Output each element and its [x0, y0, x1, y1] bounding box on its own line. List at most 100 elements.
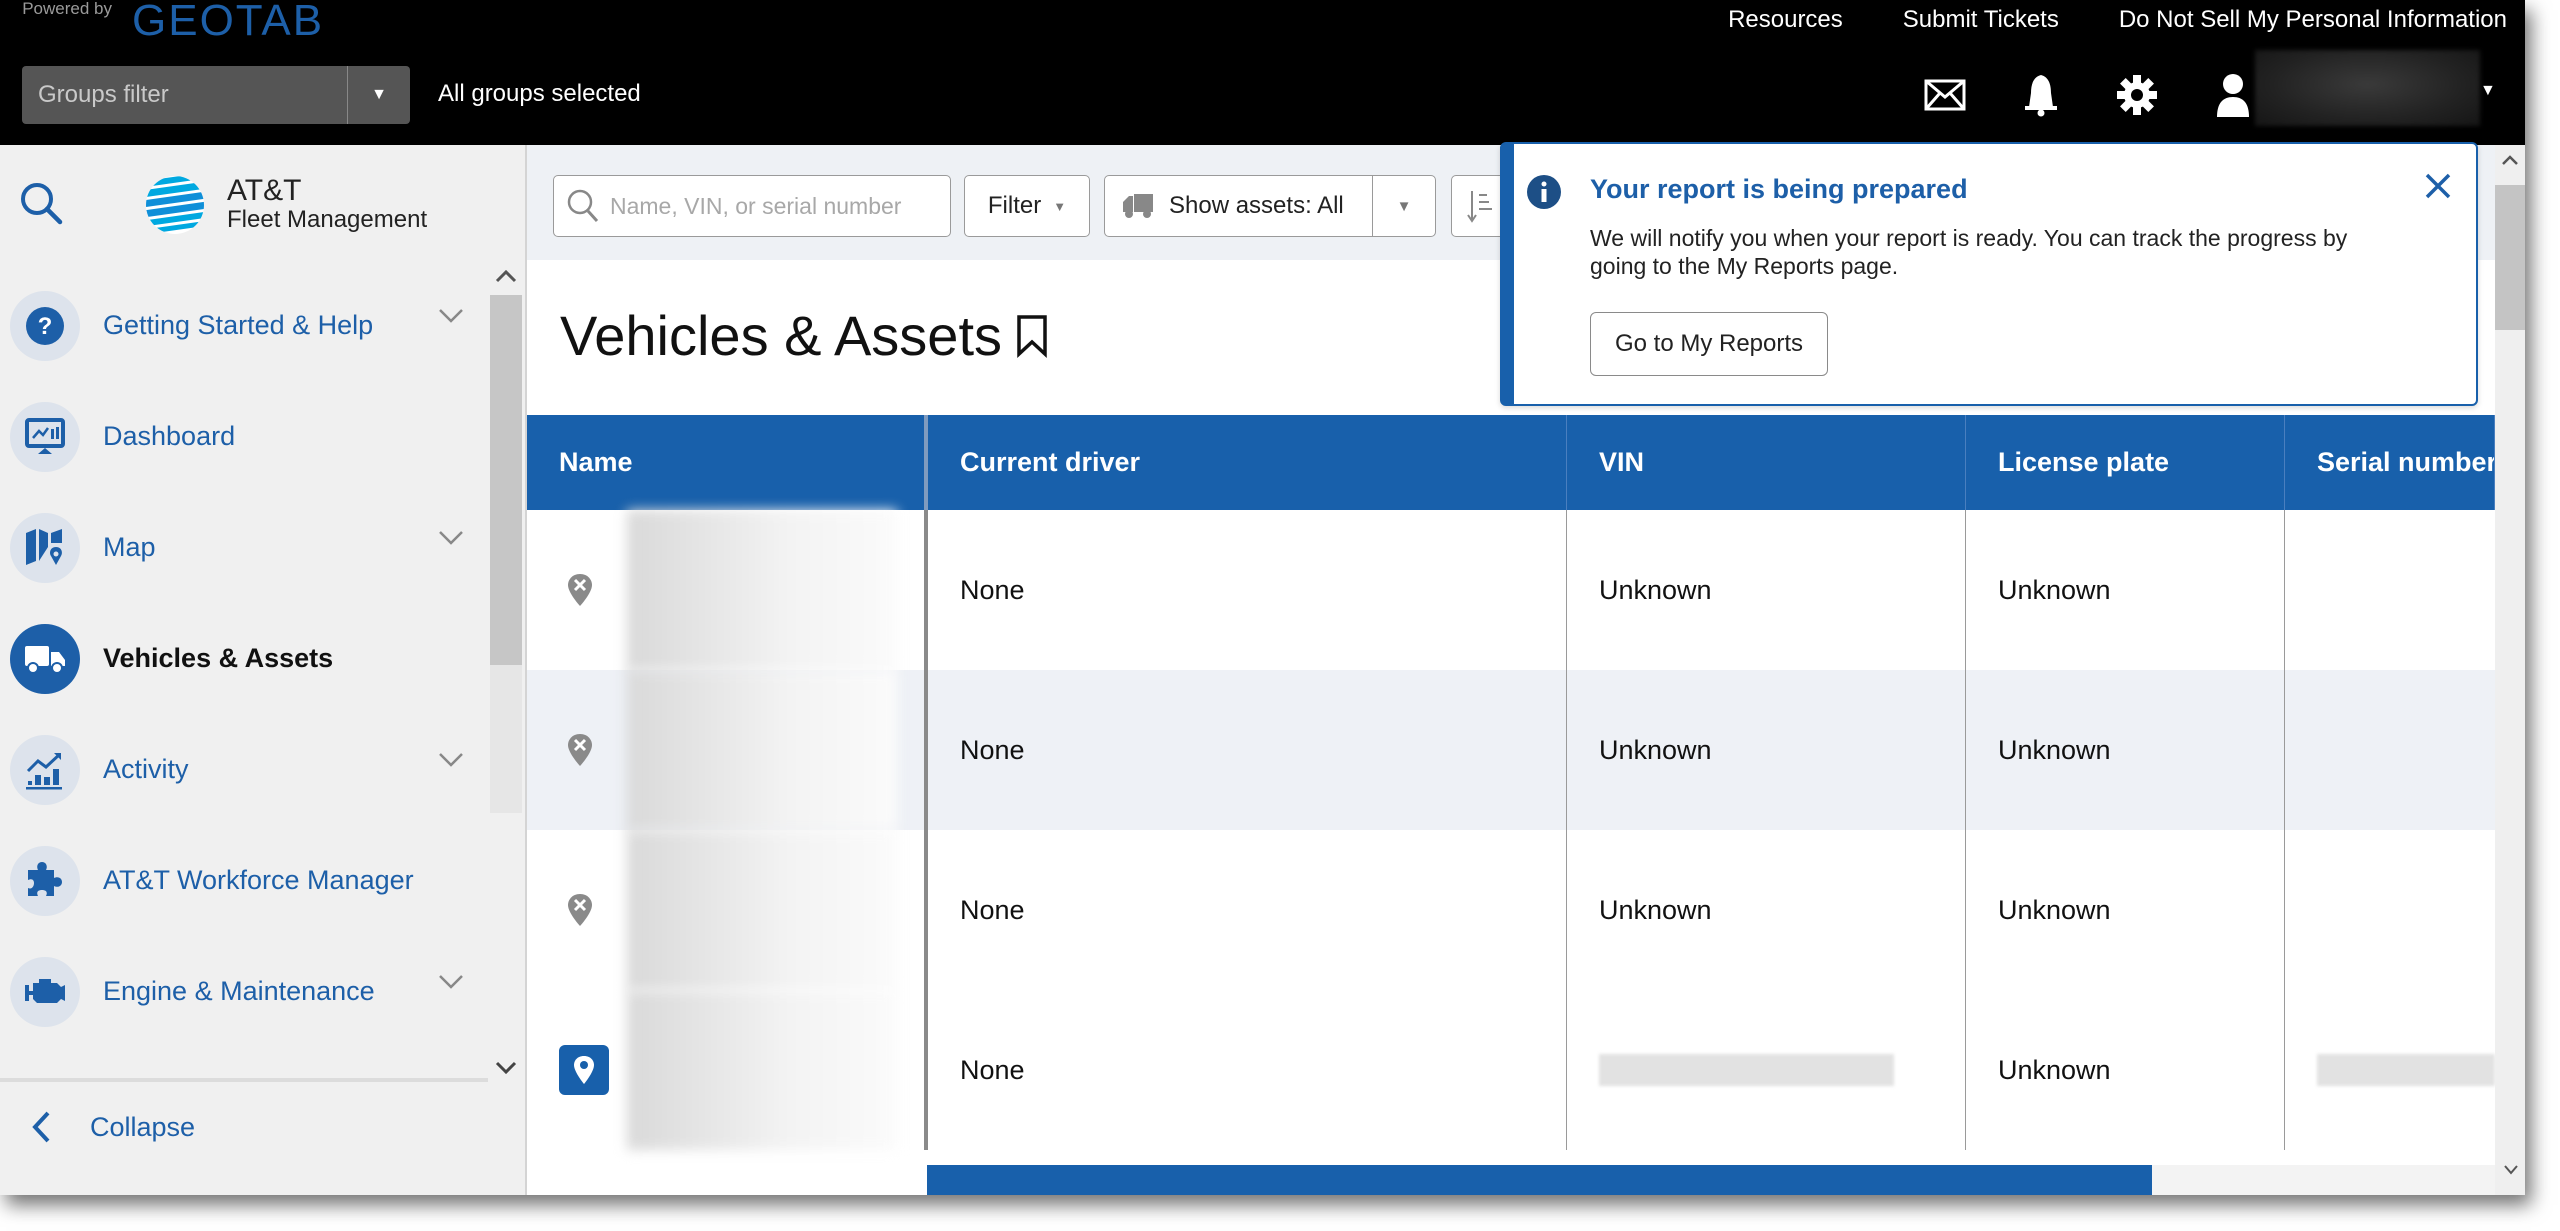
user-icon[interactable]: [2203, 66, 2263, 124]
sidebar-item-label: Map: [103, 532, 156, 562]
gear-icon[interactable]: [2107, 66, 2167, 124]
sidebar-item-label: Dashboard: [103, 421, 236, 451]
chevron-down-icon[interactable]: [438, 530, 464, 546]
collapse-label: Collapse: [90, 1111, 196, 1142]
sidebar-item-dashboard[interactable]: Dashboard: [0, 381, 488, 492]
name-cell[interactable]: [527, 510, 928, 670]
collapse-button[interactable]: Collapse: [30, 1110, 195, 1144]
bell-icon[interactable]: [2011, 66, 2071, 124]
activity-icon: [26, 752, 62, 789]
vehicle-name-redacted: [627, 670, 897, 830]
search-input[interactable]: [608, 191, 932, 221]
top-links: Resources Submit Tickets Do Not Sell My …: [1728, 6, 2507, 34]
location-pin-icon[interactable]: [559, 1045, 609, 1095]
scroll-down-icon[interactable]: [2503, 1160, 2519, 1181]
header-icons: [1915, 66, 2299, 124]
vin-redacted: [1599, 1054, 1894, 1086]
column-header-serial-number[interactable]: Serial number: [2285, 415, 2495, 510]
svg-text:?: ?: [38, 313, 53, 340]
sidebar-scroll-up-icon[interactable]: [495, 263, 517, 289]
table-horizontal-scrollbar[interactable]: [927, 1165, 2495, 1195]
map-icon: [26, 528, 62, 565]
show-assets-button[interactable]: Show assets: All ▼: [1104, 175, 1436, 237]
chevron-down-icon[interactable]: [438, 974, 464, 990]
att-logo[interactable]: AT&T Fleet Management: [145, 175, 427, 235]
groups-filter[interactable]: Groups filter ▼: [22, 66, 410, 124]
groups-status: All groups selected: [438, 80, 641, 107]
sidebar-nav: ? Getting Started & Help Dashboard Map V…: [0, 270, 488, 1047]
sidebar-item-workforce-manager[interactable]: AT&T Workforce Manager: [0, 825, 488, 936]
caret-down-icon: ▼: [1396, 197, 1412, 215]
info-icon: [1527, 175, 1561, 209]
vin-cell: Unknown: [1567, 830, 1966, 990]
mail-icon[interactable]: [1915, 66, 1975, 124]
sidebar-item-label: Getting Started & Help: [103, 310, 374, 340]
vertical-scrollbar-thumb[interactable]: [2495, 185, 2525, 330]
notification-title: Your report is being prepared: [1590, 174, 1968, 204]
search-field[interactable]: [553, 175, 951, 237]
att-globe-icon: [146, 176, 204, 234]
license-plate-cell: Unknown: [1966, 670, 2285, 830]
table-row[interactable]: None Unknown Unknown: [527, 670, 2495, 830]
notification-message: We will notify you when your report is r…: [1590, 225, 2348, 279]
sidebar-search-icon[interactable]: [18, 180, 66, 233]
filter-button[interactable]: Filter ▼: [964, 175, 1090, 237]
sidebar-item-vehicles-assets[interactable]: Vehicles & Assets: [0, 603, 488, 714]
serial-redacted: [2317, 1054, 2495, 1086]
report-notification: Your report is being prepared We will no…: [1500, 142, 2478, 406]
app-window: Powered by GEOTAB Groups filter ▼ All gr…: [0, 0, 2525, 1195]
sidebar-item-label: Activity: [103, 754, 189, 784]
chevron-down-icon[interactable]: [438, 752, 464, 768]
engine-icon: [25, 978, 65, 1003]
puzzle-icon: [28, 861, 62, 896]
geotab-logo[interactable]: GEOTAB: [132, 0, 324, 46]
show-assets-dropdown-button[interactable]: ▼: [1372, 176, 1435, 236]
go-to-my-reports-button[interactable]: Go to My Reports: [1590, 312, 1828, 376]
user-name-redacted[interactable]: [2255, 50, 2480, 126]
location-unavailable-icon: [568, 894, 592, 926]
resources-link[interactable]: Resources: [1728, 6, 1843, 34]
top-header: Powered by GEOTAB Groups filter ▼ All gr…: [0, 0, 2525, 145]
vehicle-name-redacted: [627, 830, 897, 990]
vin-cell: Unknown: [1567, 510, 1966, 670]
table-row[interactable]: None Unknown: [527, 990, 2495, 1150]
table-row[interactable]: None Unknown Unknown: [527, 830, 2495, 990]
groups-filter-dropdown-button[interactable]: ▼: [347, 66, 410, 124]
show-assets-label: Show assets: All: [1169, 192, 1344, 219]
sidebar-item-map[interactable]: Map: [0, 492, 488, 603]
sidebar-divider: [0, 1078, 488, 1082]
logo-line-2: Fleet Management: [227, 206, 428, 233]
dashboard-icon: [25, 417, 65, 454]
table-header: Name Current driver VIN License plate Se…: [527, 415, 2495, 510]
serial-cell: [2285, 830, 2495, 990]
column-header-current-driver[interactable]: Current driver: [928, 415, 1567, 510]
filter-label: Filter: [987, 192, 1042, 219]
column-header-license-plate[interactable]: License plate: [1966, 415, 2285, 510]
sidebar-scrollbar-thumb[interactable]: [490, 295, 522, 665]
search-icon: [567, 189, 599, 223]
scroll-up-icon[interactable]: [2501, 149, 2519, 172]
name-cell[interactable]: [527, 990, 928, 1150]
sidebar-item-engine-maintenance[interactable]: Engine & Maintenance: [0, 936, 488, 1047]
user-menu-caret-icon[interactable]: ▼: [2480, 82, 2496, 100]
sidebar-scroll-down-icon[interactable]: [495, 1055, 517, 1081]
groups-filter-input[interactable]: Groups filter: [22, 66, 347, 124]
horizontal-scrollbar-thumb[interactable]: [927, 1165, 2152, 1195]
powered-by-label: Powered by: [22, 0, 112, 18]
submit-tickets-link[interactable]: Submit Tickets: [1903, 6, 2059, 34]
caret-down-icon: ▼: [371, 86, 387, 103]
name-cell[interactable]: [527, 830, 928, 990]
sidebar-item-label: Vehicles & Assets: [103, 643, 334, 673]
column-header-vin[interactable]: VIN: [1567, 415, 1966, 510]
driver-cell: None: [928, 990, 1567, 1150]
name-cell[interactable]: [527, 670, 928, 830]
do-not-sell-link[interactable]: Do Not Sell My Personal Information: [2119, 6, 2507, 34]
close-icon[interactable]: [2424, 172, 2452, 200]
chevron-down-icon[interactable]: [438, 308, 464, 324]
sidebar-item-activity[interactable]: Activity: [0, 714, 488, 825]
column-header-name[interactable]: Name: [527, 415, 928, 510]
table-row[interactable]: None Unknown Unknown: [527, 510, 2495, 670]
bookmark-icon[interactable]: [1014, 314, 1050, 358]
page-vertical-scrollbar[interactable]: [2495, 145, 2525, 1195]
sidebar-item-getting-started[interactable]: ? Getting Started & Help: [0, 270, 488, 381]
